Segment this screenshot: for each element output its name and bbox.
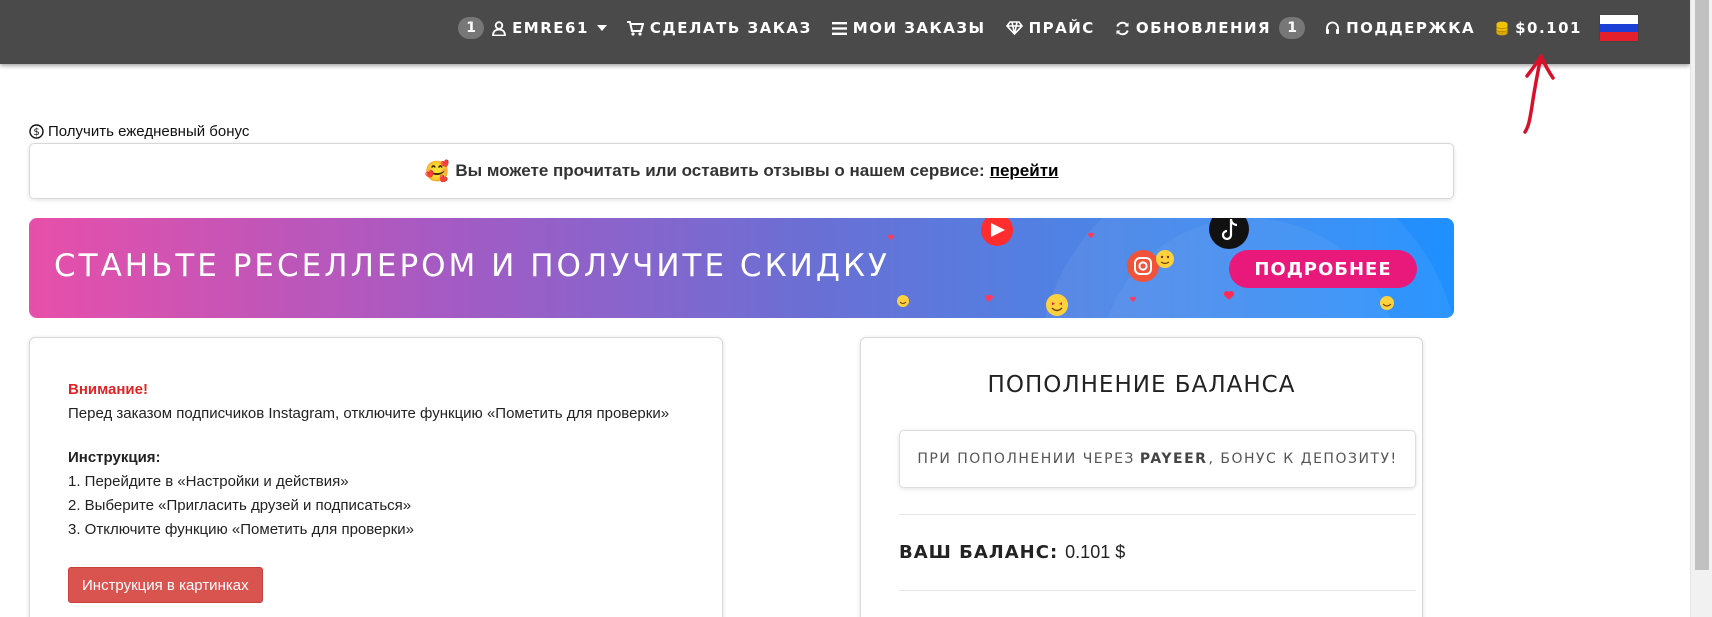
- nav-updates[interactable]: ОБНОВЛЕНИЯ 1: [1115, 17, 1306, 39]
- user-menu[interactable]: 1 EMRE61: [458, 17, 607, 39]
- nav-my-orders[interactable]: МОИ ЗАКАЗЫ: [831, 19, 986, 37]
- topup-title: ПОПОЛНЕНИЕ БАЛАНСА: [987, 372, 1296, 398]
- balance-value: 0.101 $: [1065, 542, 1126, 562]
- nav-new-order-label: СДЕЛАТЬ ЗАКАЗ: [649, 19, 812, 37]
- refresh-icon: [1116, 21, 1129, 35]
- instruction-step: 3. Отключите функцию «Пометить для прове…: [68, 521, 415, 538]
- banner-details-button[interactable]: ПОДРОБНЕЕ: [1229, 250, 1417, 288]
- daily-bonus-label: Получить ежедневный бонус: [48, 123, 250, 140]
- payeer-name: PAYEER: [1139, 451, 1208, 467]
- topup-card: ПОПОЛНЕНИЕ БАЛАНСА ПРИ ПОПОЛНЕНИИ ЧЕРЕЗ …: [860, 337, 1423, 617]
- reviews-box: 🥰 Вы можете прочитать или оставить отзыв…: [29, 143, 1454, 199]
- nav-balance[interactable]: $0.101: [1495, 19, 1582, 37]
- reviews-text: Вы можете прочитать или оставить отзывы …: [455, 161, 985, 180]
- scrollbar-thumb[interactable]: [1695, 0, 1709, 570]
- payeer-suffix: , БОНУС К ДЕПОЗИТУ!: [1208, 451, 1398, 467]
- instagram-notice-card: Внимание! Перед заказом подписчиков Inst…: [29, 337, 723, 617]
- reseller-banner[interactable]: СТАНЬТЕ РЕСЕЛЛЕРОМ И ПОЛУЧИТЕ СКИДКУ ПОД…: [29, 218, 1454, 318]
- dollar-circle-icon: $: [29, 124, 44, 139]
- payeer-bonus-box: ПРИ ПОПОЛНЕНИИ ЧЕРЕЗ PAYEER , БОНУС К ДЕ…: [899, 430, 1416, 488]
- coins-icon: [1496, 21, 1508, 35]
- page-scrollbar[interactable]: [1690, 0, 1712, 617]
- nav-new-order[interactable]: СДЕЛАТЬ ЗАКАЗ: [626, 19, 812, 37]
- instruction-step: 2. Выберите «Пригласить друзей и подписа…: [68, 497, 412, 514]
- svg-text:$: $: [33, 127, 39, 138]
- headset-icon: [1326, 21, 1340, 34]
- banner-title: СТАНЬТЕ РЕСЕЛЛЕРОМ И ПОЛУЧИТЕ СКИДКУ: [54, 248, 890, 284]
- nav-my-orders-label: МОИ ЗАКАЗЫ: [852, 19, 986, 37]
- nav-items: 1 EMRE61 СДЕЛАТЬ ЗАКАЗ МОИ ЗАКАЗЫ ПРАЙС …: [458, 0, 1638, 56]
- warning-text: Перед заказом подписчиков Instagram, отк…: [68, 405, 670, 422]
- username-label: EMRE61: [512, 19, 589, 37]
- nav-updates-label: ОБНОВЛЕНИЯ: [1135, 19, 1272, 37]
- notice-text: Внимание! Перед заказом подписчиков Inst…: [68, 378, 669, 542]
- updates-badge: 1: [1279, 17, 1306, 39]
- arrow-annotation-icon: [1523, 54, 1555, 134]
- nav-price[interactable]: ПРАЙС: [1005, 19, 1095, 37]
- user-icon: [492, 20, 506, 36]
- balance-row: ВАШ БАЛАНС: 0.101 $: [899, 542, 1125, 563]
- instruction-title: Инструкция:: [68, 449, 161, 466]
- nav-support-label: ПОДДЕРЖКА: [1346, 19, 1476, 37]
- notifications-badge[interactable]: 1: [458, 17, 485, 39]
- nav-support[interactable]: ПОДДЕРЖКА: [1325, 19, 1475, 37]
- daily-bonus-link[interactable]: $ Получить ежедневный бонус: [29, 123, 249, 140]
- payeer-prefix: ПРИ ПОПОЛНЕНИИ ЧЕРЕЗ: [917, 451, 1135, 467]
- instruction-pictures-button[interactable]: Инструкция в картинках: [68, 567, 263, 603]
- smiling-hearts-emoji-icon: 🥰: [424, 160, 450, 183]
- list-icon: [831, 21, 847, 35]
- top-navbar: 1 EMRE61 СДЕЛАТЬ ЗАКАЗ МОИ ЗАКАЗЫ ПРАЙС …: [0, 0, 1690, 64]
- chevron-down-icon: [596, 25, 607, 31]
- cart-icon: [626, 20, 644, 36]
- balance-label: ВАШ БАЛАНС:: [899, 542, 1059, 563]
- divider: [899, 590, 1416, 591]
- reviews-link[interactable]: перейти: [990, 161, 1059, 181]
- divider: [899, 514, 1416, 515]
- diamond-icon: [1005, 21, 1023, 35]
- russia-flag-icon[interactable]: [1600, 15, 1638, 42]
- nav-balance-value: $0.101: [1515, 19, 1582, 37]
- instruction-step: 1. Перейдите в «Настройки и действия»: [68, 473, 349, 490]
- nav-price-label: ПРАЙС: [1028, 19, 1095, 37]
- warning-title: Внимание!: [68, 381, 148, 398]
